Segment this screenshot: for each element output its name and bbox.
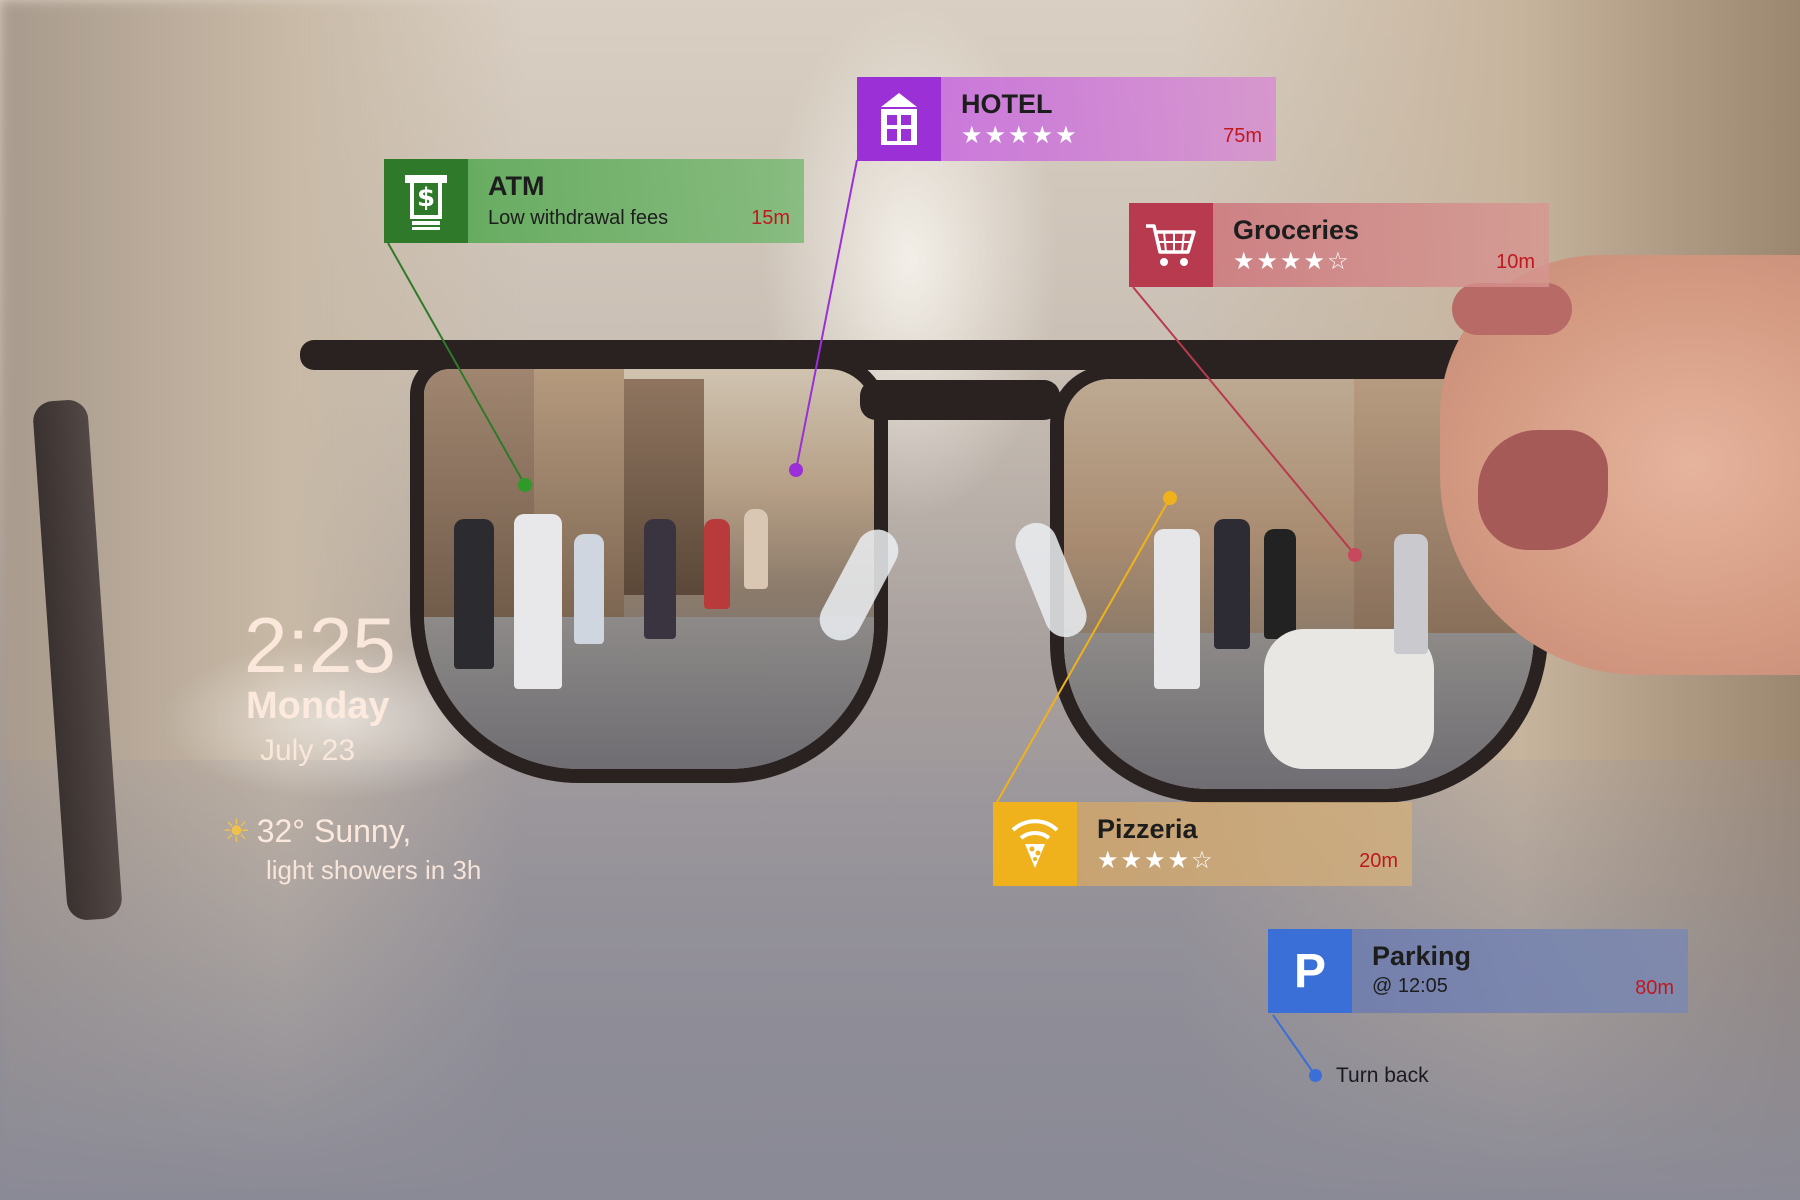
pizzeria-distance: 20m (1359, 850, 1398, 872)
poi-hotel[interactable]: HOTEL ★★★★★ 75m (857, 77, 1276, 161)
parking-letter: P (1293, 944, 1326, 998)
atm-pin (518, 478, 532, 492)
groceries-leader-line (1132, 286, 1356, 556)
hud-weather: ☀ 32° Sunny, (222, 812, 411, 850)
poi-pizzeria[interactable]: Pizzeria ★★★★☆ 20m (993, 802, 1412, 886)
hotel-title: HOTEL (961, 89, 1053, 119)
ar-street-scene: $ ATM Low withdrawal fees 15m HOTEL ★★★★… (0, 0, 1800, 1200)
hud-time: 2:25 (244, 601, 396, 689)
shopping-cart-icon (1129, 203, 1213, 287)
poi-parking[interactable]: P Parking @ 12:05 80m (1268, 929, 1688, 1013)
pizzeria-leader-line (996, 497, 1171, 803)
pizzeria-pin (1163, 491, 1177, 505)
atm-subtitle: Low withdrawal fees (488, 207, 669, 229)
atm-title: ATM (488, 171, 545, 201)
hud-weather-text: 32° Sunny, (256, 813, 412, 849)
svg-text:$: $ (417, 183, 435, 213)
hotel-distance: 75m (1223, 125, 1262, 147)
poi-groceries[interactable]: Groceries ★★★★☆ 10m (1129, 203, 1549, 287)
groceries-pin (1348, 548, 1362, 562)
poi-atm[interactable]: $ ATM Low withdrawal fees 15m (384, 159, 804, 243)
parking-title: Parking (1372, 941, 1472, 971)
pizzeria-title: Pizzeria (1097, 814, 1198, 844)
parking-leader-line (1272, 1014, 1316, 1076)
groceries-rating-stars: ★★★★☆ (1233, 248, 1351, 275)
pizzeria-rating-stars: ★★★★☆ (1097, 847, 1215, 874)
hud-date: July 23 (260, 734, 356, 767)
atm-distance: 15m (751, 207, 790, 229)
turn-back-pin (1309, 1069, 1322, 1082)
parking-subtitle: @ 12:05 (1372, 975, 1448, 997)
groceries-title: Groceries (1233, 215, 1360, 245)
hotel-pin (789, 463, 803, 477)
hotel-leader-line (795, 159, 858, 471)
hotel-rating-stars: ★★★★★ (961, 122, 1079, 149)
atm-dollar-icon: $ (384, 159, 468, 243)
hud-forecast: light showers in 3h (266, 855, 482, 885)
groceries-distance: 10m (1496, 251, 1535, 273)
parking-icon: P (1268, 929, 1352, 1013)
sun-icon: ☀ (222, 813, 251, 849)
hud-day: Monday (246, 685, 390, 727)
parking-distance: 80m (1635, 977, 1674, 999)
atm-leader-line (387, 242, 526, 486)
hotel-building-icon (857, 77, 941, 161)
pizza-wifi-icon (993, 802, 1077, 886)
turn-back-label[interactable]: Turn back (1336, 1064, 1429, 1088)
